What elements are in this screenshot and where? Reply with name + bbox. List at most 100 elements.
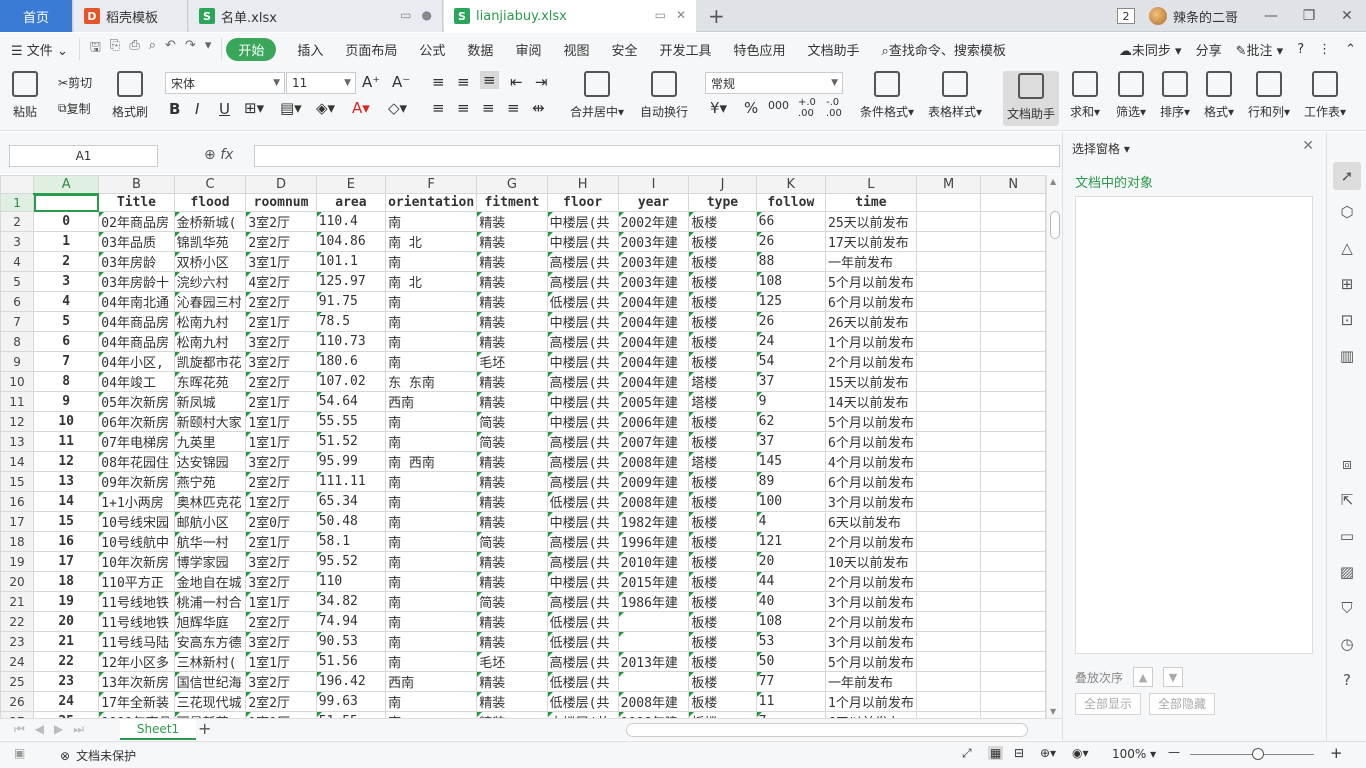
cell[interactable]: 东 东南 (385, 371, 478, 392)
cell[interactable]: 23 (33, 671, 100, 692)
cell[interactable]: 110.4 (315, 211, 387, 232)
cell[interactable]: 1室1厅 (245, 591, 317, 612)
tab-file-lianjiabuy[interactable]: S lianjiabuy.xlsx ▭ ✕ (444, 0, 696, 32)
cell[interactable] (915, 631, 982, 652)
cell[interactable]: 196.42 (315, 671, 387, 692)
fullscreen-icon[interactable]: ⤢ (962, 746, 972, 761)
cell[interactable]: 毛坯 (476, 651, 548, 672)
cell[interactable]: 锦凯华苑 (173, 231, 247, 252)
cell[interactable] (980, 691, 1046, 712)
cell[interactable]: 14天以前发布 (825, 391, 917, 412)
format-button[interactable]: 格式▾ (1204, 71, 1234, 120)
cell[interactable]: 7 (33, 351, 100, 372)
cell[interactable]: 2004年建 (617, 291, 690, 312)
row-header[interactable]: 13 (0, 431, 35, 452)
eye-protection-icon[interactable]: ◉▾ (1072, 746, 1089, 760)
percent-icon[interactable]: % (744, 99, 758, 117)
cell[interactable]: 3室2厅 (245, 631, 317, 652)
sheet-nav-arrows[interactable]: ⏮◀▶⏭ (14, 722, 94, 737)
cell[interactable]: 2室2厅 (245, 291, 317, 312)
cell[interactable]: 国信世纪海 (173, 671, 247, 692)
cell[interactable]: 南 (385, 531, 478, 552)
cell[interactable]: 62 (755, 411, 827, 432)
cell[interactable]: 南 (385, 591, 478, 612)
row-header[interactable]: 6 (0, 291, 35, 312)
tab-security[interactable]: 安全 (600, 40, 648, 59)
cell[interactable]: 3个月以前发布 (825, 591, 917, 612)
cell[interactable]: 54.64 (315, 391, 387, 412)
cell[interactable]: 安高东方德 (173, 631, 247, 652)
tab-file-mingdan[interactable]: S 名单.xlsx ▭ ● (189, 0, 443, 32)
cell[interactable]: 09年次新房 (98, 471, 175, 492)
cell[interactable]: 精装 (476, 611, 548, 632)
cell[interactable]: 4 (33, 291, 100, 312)
row-header[interactable]: 17 (0, 511, 35, 532)
cell[interactable]: 1室1厅 (245, 431, 317, 452)
cell[interactable]: 3室1厅 (245, 251, 317, 272)
cell[interactable]: 中楼层(共 (546, 231, 619, 252)
decrease-decimal-icon[interactable]: -.0.00 (826, 97, 842, 119)
cell[interactable]: 板楼 (688, 351, 757, 372)
sort-button[interactable]: 排序▾ (1160, 71, 1190, 120)
cell[interactable] (915, 291, 982, 312)
cell[interactable]: 11号线马陆 (98, 631, 175, 652)
cell[interactable] (915, 491, 982, 512)
cell[interactable]: 精装 (476, 631, 548, 652)
cell[interactable]: 低楼层(共 (546, 291, 619, 312)
cell[interactable]: 21 (33, 631, 100, 652)
indent-increase-icon[interactable]: ⇥ (535, 73, 548, 91)
cell[interactable]: 2002年建 (617, 211, 690, 232)
cell[interactable]: year (617, 193, 690, 212)
tab-developer[interactable]: 开发工具 (648, 40, 722, 59)
cell[interactable]: 板楼 (688, 591, 757, 612)
cell[interactable]: 108 (755, 271, 827, 292)
cell[interactable] (915, 251, 982, 272)
conditional-format-button[interactable]: 条件格式▾ (860, 71, 914, 120)
hide-all-button[interactable]: 全部隐藏 (1149, 693, 1215, 715)
cell[interactable]: 2室0厅 (245, 511, 317, 532)
cell[interactable] (980, 331, 1046, 352)
cell[interactable]: 西南 (385, 671, 478, 692)
cell[interactable]: 1室2厅 (245, 491, 317, 512)
cell[interactable]: 一年前发布 (825, 671, 917, 692)
move-up-icon[interactable]: ▲ (1133, 667, 1154, 687)
scroll-down-icon[interactable]: ▼ (1050, 707, 1056, 716)
print-icon[interactable]: ⎙ (129, 38, 139, 60)
cell[interactable]: 3室2厅 (245, 211, 317, 232)
cell[interactable]: 22 (33, 651, 100, 672)
italic-icon[interactable]: I (195, 100, 199, 118)
number-format-select[interactable]: 常规 ▼ (705, 72, 843, 94)
cell[interactable]: 板楼 (688, 531, 757, 552)
add-sheet-icon[interactable]: + (198, 719, 211, 738)
row-header[interactable]: 26 (0, 691, 35, 712)
cell[interactable]: 板楼 (688, 331, 757, 352)
column-header[interactable]: G (476, 175, 548, 194)
cell[interactable] (33, 193, 100, 212)
cell[interactable] (915, 671, 982, 692)
cell[interactable]: 中楼层(共 (546, 391, 619, 412)
cell[interactable]: 南 (385, 411, 478, 432)
cell[interactable]: 高楼层(共 (546, 551, 619, 572)
cell[interactable] (915, 611, 982, 632)
cell[interactable]: 6个月以前发布 (825, 291, 917, 312)
cell[interactable]: 旭辉华庭 (173, 611, 247, 632)
cell[interactable]: 17 (33, 551, 100, 572)
cell[interactable]: 高楼层(共 (546, 451, 619, 472)
row-header[interactable]: 8 (0, 331, 35, 352)
cell[interactable]: 104.86 (315, 231, 387, 252)
cell[interactable]: 板楼 (688, 491, 757, 512)
cell[interactable]: 南 (385, 431, 478, 452)
cell[interactable]: 1996年建 (617, 531, 690, 552)
font-color-icon[interactable]: A▾ (352, 99, 370, 117)
cell[interactable]: 11 (33, 431, 100, 452)
cell[interactable]: 东晖花苑 (173, 371, 247, 392)
cell[interactable]: 中楼层(共 (546, 571, 619, 592)
align-bottom-icon[interactable]: ≡ (480, 71, 499, 89)
cell[interactable]: 5 (33, 311, 100, 332)
cell[interactable]: 95.52 (315, 551, 387, 572)
cell[interactable]: 中楼层(共 (546, 351, 619, 372)
cell[interactable]: 125.97 (315, 271, 387, 292)
command-search[interactable]: ⌕查找命令、搜索模板 (871, 40, 1017, 59)
cell[interactable]: 高楼层(共 (546, 371, 619, 392)
cell[interactable]: 板楼 (688, 611, 757, 632)
